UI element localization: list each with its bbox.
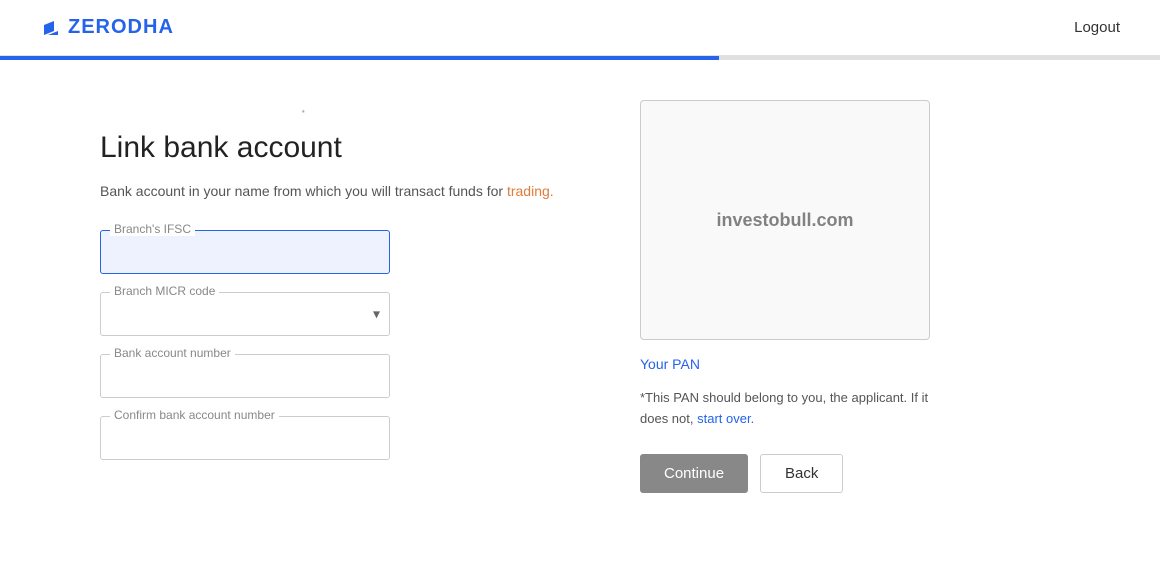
start-over-link[interactable]: start over. — [697, 411, 754, 426]
continue-button[interactable]: Continue — [640, 454, 748, 493]
ifsc-label: Branch's IFSC — [110, 222, 195, 236]
right-panel: investobull.com Your PAN *This PAN shoul… — [640, 100, 930, 493]
bank-account-input[interactable] — [100, 354, 390, 398]
micr-select[interactable] — [100, 292, 390, 336]
main-content: · Link bank account Bank account in your… — [0, 60, 1160, 533]
logo-text: ZERODHA — [68, 16, 174, 39]
back-button[interactable]: Back — [760, 454, 843, 493]
confirm-account-field: Confirm bank account number — [100, 416, 580, 460]
confirm-account-label: Confirm bank account number — [110, 408, 279, 422]
ifsc-field: Branch's IFSC — [100, 230, 580, 274]
subtitle: Bank account in your name from which you… — [100, 181, 580, 202]
micr-select-wrapper — [100, 292, 390, 336]
logo-area: ZERODHA — [40, 16, 174, 39]
watermark-text: investobull.com — [716, 210, 853, 231]
subtitle-plain: Bank account in your name from which you… — [100, 183, 503, 199]
button-row: Continue Back — [640, 454, 930, 493]
header: ZERODHA Logout — [0, 0, 1160, 56]
pan-image-box: investobull.com — [640, 100, 930, 340]
subtitle-highlight: trading. — [503, 183, 554, 199]
dot-decoration: · — [100, 100, 580, 123]
bank-account-label: Bank account number — [110, 346, 235, 360]
logout-button[interactable]: Logout — [1074, 19, 1120, 36]
pan-note: *This PAN should belong to you, the appl… — [640, 388, 930, 430]
page-title: Link bank account — [100, 131, 580, 165]
ifsc-input[interactable] — [100, 230, 390, 274]
micr-field: Branch MICR code — [100, 292, 580, 336]
pan-label: Your PAN — [640, 356, 930, 372]
zerodha-logo-icon — [40, 17, 62, 39]
bank-account-field: Bank account number — [100, 354, 580, 398]
micr-label: Branch MICR code — [110, 284, 219, 298]
pan-note-plain: *This PAN should belong to you, the appl… — [640, 390, 928, 426]
left-panel: · Link bank account Bank account in your… — [100, 100, 580, 493]
confirm-account-input[interactable] — [100, 416, 390, 460]
